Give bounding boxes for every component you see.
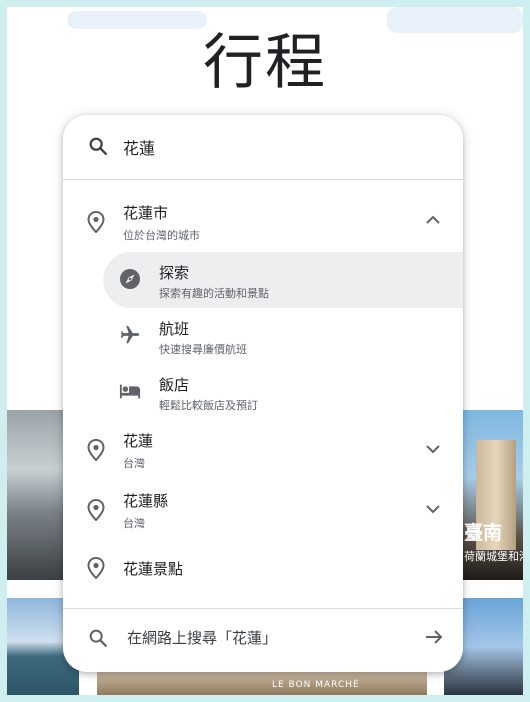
suggestion-subtitle: 台灣 <box>123 517 145 530</box>
card-subtitle: 荷蘭城堡和港 <box>464 550 523 563</box>
card-title: 臺南 <box>464 522 503 544</box>
suggestion-subtitle: 台灣 <box>123 457 145 470</box>
search-icon <box>87 135 109 162</box>
suggestion-title: 花蓮景點 <box>123 560 184 578</box>
suggestion-item[interactable]: 花蓮市 位於台灣的城市 <box>63 195 463 245</box>
suggestion-item[interactable]: 花蓮縣 台灣 <box>63 484 463 534</box>
action-title: 探索 <box>159 264 190 282</box>
location-pin-icon <box>87 210 105 238</box>
suggestion-item[interactable]: 花蓮景點 <box>63 550 463 586</box>
chevron-up-icon[interactable] <box>424 213 442 232</box>
bed-icon <box>119 380 141 407</box>
chevron-down-icon[interactable] <box>424 502 442 521</box>
suggestion-title: 花蓮 <box>123 432 154 450</box>
suggestion-item[interactable]: 花蓮 台灣 <box>63 424 463 474</box>
destination-card-tainan[interactable]: 臺南 荷蘭城堡和港 <box>462 410 523 580</box>
location-pin-icon <box>87 556 105 584</box>
web-search-row[interactable]: 在網路上搜尋「花蓮」 <box>63 610 463 672</box>
divider <box>63 179 463 180</box>
search-bar <box>63 115 463 179</box>
suggestion-subtitle: 位於台灣的城市 <box>123 229 200 242</box>
store-sign-text: LE BON MARCHÉ <box>272 680 360 690</box>
destination-card-image[interactable] <box>7 410 67 580</box>
location-pin-icon <box>87 438 105 466</box>
action-title: 航班 <box>159 320 190 338</box>
airplane-icon <box>119 324 141 351</box>
divider <box>63 608 463 609</box>
page-title: 行程 <box>203 28 327 98</box>
search-icon <box>87 627 109 654</box>
suggestion-title: 花蓮縣 <box>123 492 169 510</box>
location-pin-icon <box>87 498 105 526</box>
suggestion-action-flights[interactable]: 航班 快速搜尋廉價航班 <box>103 308 463 364</box>
suggestion-action-hotels[interactable]: 飯店 輕鬆比較飯店及預訂 <box>103 364 463 420</box>
compass-icon <box>119 268 141 295</box>
action-subtitle: 輕鬆比較飯店及預訂 <box>159 399 258 412</box>
web-search-label: 在網路上搜尋「花蓮」 <box>127 629 278 647</box>
search-autocomplete-panel: 花蓮市 位於台灣的城市 探索 探索有趣的活動和景點 航班 快速搜尋廉價航班 飯店… <box>63 115 463 672</box>
suggestion-action-explore[interactable]: 探索 探索有趣的活動和景點 <box>103 252 463 308</box>
arrow-right-icon <box>424 627 444 652</box>
suggestion-title: 花蓮市 <box>123 204 169 222</box>
search-input[interactable] <box>123 134 423 160</box>
chevron-down-icon[interactable] <box>424 442 442 461</box>
action-subtitle: 快速搜尋廉價航班 <box>159 343 247 356</box>
action-title: 飯店 <box>159 376 190 394</box>
action-subtitle: 探索有趣的活動和景點 <box>159 287 269 300</box>
